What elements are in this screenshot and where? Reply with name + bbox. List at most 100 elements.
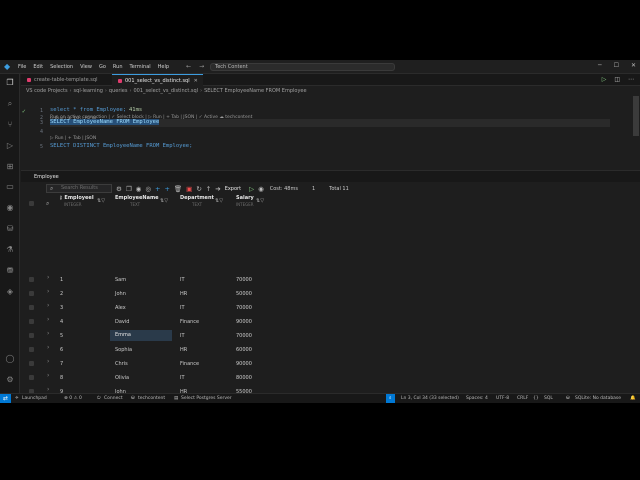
row-checkbox[interactable] [29, 291, 34, 296]
cell-salary[interactable]: 80000 [236, 375, 252, 381]
up-arrow-icon[interactable]: ↑ [206, 185, 211, 193]
row-checkbox[interactable] [29, 347, 34, 352]
menu-view[interactable]: View [80, 64, 92, 70]
table-row[interactable]: › 2 John HR 50000 [21, 287, 640, 301]
menu-edit[interactable]: Edit [33, 64, 43, 70]
code-line-5[interactable]: SELECT DISTINCT EmployeeName FROM Employ… [50, 143, 192, 149]
cell-name[interactable]: Olivia [115, 375, 129, 381]
cell-id[interactable]: 3 [60, 305, 63, 311]
cell-id[interactable]: 7 [60, 361, 63, 367]
postgres-server-select[interactable]: Select Postgres Server [181, 394, 232, 403]
cell-department[interactable]: HR [180, 347, 187, 353]
encoding-status[interactable]: UTF-8 [496, 394, 509, 403]
zoom-icon[interactable]: ⌕ [386, 394, 395, 403]
delete-icon[interactable]: 🗑 [174, 185, 182, 193]
cell-name[interactable]: Sam [115, 277, 126, 283]
cell-id[interactable]: 6 [60, 347, 63, 353]
minimize-icon[interactable]: ─ [598, 62, 602, 69]
add-row-icon[interactable]: + [164, 185, 169, 193]
cell-department[interactable]: HR [180, 291, 187, 297]
cell-salary[interactable]: 50000 [236, 291, 252, 297]
cell-id[interactable]: 8 [60, 375, 63, 381]
page-number[interactable]: 1 [312, 186, 315, 192]
more-actions-icon[interactable]: ⋯ [628, 76, 634, 83]
back-arrow-icon[interactable]: ← [186, 63, 191, 70]
menu-selection[interactable]: Selection [50, 64, 73, 70]
settings-gear-icon[interactable]: ⚙ [5, 375, 15, 385]
refresh-icon[interactable]: ↻ [196, 185, 201, 193]
menu-run[interactable]: Run [113, 64, 123, 70]
table-row[interactable]: › 5 Emma IT 70000 [21, 329, 640, 343]
expand-chevron-icon[interactable]: › [47, 288, 49, 295]
breadcrumb-item[interactable]: queries [109, 87, 128, 96]
settings-gear-icon[interactable]: ⚙ [116, 185, 122, 193]
source-control-icon[interactable]: ⑂ [5, 120, 15, 130]
cell-id[interactable]: 2 [60, 291, 63, 297]
tab-select-vs-distinct[interactable]: 001_select_vs_distinct.sql ✕ [112, 74, 203, 86]
code-editor[interactable]: ✓ 1 select * from Employee; 41ms Run on … [21, 96, 633, 164]
indentation-status[interactable]: Spaces: 4 [466, 394, 488, 403]
split-editor-icon[interactable]: ◫ [614, 76, 620, 83]
account-icon[interactable]: ◯ [5, 354, 15, 364]
table-row[interactable]: › 4 David Finance 90000 [21, 315, 640, 329]
cell-name[interactable]: Alex [115, 305, 126, 311]
trash-icon[interactable]: ▣ [186, 185, 192, 193]
menu-file[interactable]: File [18, 64, 26, 70]
sqlite-icon[interactable]: ⛃ [5, 266, 15, 276]
cell-department[interactable]: IT [180, 305, 185, 311]
problems-status[interactable]: ⊗ 0 ⚠ 0 [64, 394, 82, 403]
column-header-salary[interactable]: Salary INTEGER ⇅▽ [236, 195, 264, 212]
filter-icon[interactable]: ⇅▽ [97, 198, 105, 204]
breadcrumb-item[interactable]: SELECT EmployeeName FROM Employee [204, 87, 306, 96]
cell-name[interactable]: John [115, 291, 126, 297]
cell-id[interactable]: 4 [60, 319, 63, 325]
menu-go[interactable]: Go [99, 64, 106, 70]
command-center[interactable]: Tech Content [210, 63, 395, 71]
close-tab-icon[interactable]: ✕ [194, 78, 198, 84]
eol-status[interactable]: CRLF [517, 394, 528, 403]
eye-icon[interactable]: ◉ [258, 185, 264, 193]
docker-icon[interactable]: ◉ [5, 203, 15, 213]
row-checkbox[interactable] [29, 333, 34, 338]
notifications-bell-icon[interactable]: 🔔 [630, 394, 636, 403]
expand-chevron-icon[interactable]: › [47, 386, 49, 393]
cell-id[interactable]: 5 [60, 333, 63, 339]
filter-icon[interactable]: ⇅▽ [160, 198, 168, 204]
add-icon[interactable]: + [155, 185, 160, 193]
export-button[interactable]: Export [225, 186, 241, 192]
codelens-line-5[interactable]: ▷ Run | + Tab | JSON [50, 136, 96, 141]
cell-name-selected[interactable]: Emma [110, 330, 172, 341]
cell-department[interactable]: Finance [180, 361, 199, 367]
expand-chevron-icon[interactable]: › [47, 316, 49, 323]
breadcrumb-item[interactable]: 001_select_vs_distinct.sql [133, 87, 198, 96]
remote-explorer-icon[interactable]: ▭ [5, 182, 15, 192]
expand-chevron-icon[interactable]: › [47, 358, 49, 365]
run-icon[interactable]: ▷ [249, 185, 254, 193]
copy-icon[interactable]: ❐ [126, 185, 132, 193]
cell-salary[interactable]: 90000 [236, 319, 252, 325]
cell-name[interactable]: Sophia [115, 347, 132, 353]
cell-department[interactable]: IT [180, 375, 185, 381]
remote-icon[interactable]: ⇄ [0, 394, 11, 403]
table-row[interactable]: › 8 Olivia IT 80000 [21, 371, 640, 385]
search-icon[interactable]: ⌕ [5, 99, 15, 109]
expand-chevron-icon[interactable]: › [47, 302, 49, 309]
table-row[interactable]: › 6 Sophia HR 60000 [21, 343, 640, 357]
expand-chevron-icon[interactable]: › [47, 372, 49, 379]
run-debug-icon[interactable]: ▷ [5, 141, 15, 151]
view-icon[interactable]: ◎ [145, 185, 151, 193]
cell-name[interactable]: Chris [115, 361, 128, 367]
row-checkbox[interactable] [29, 375, 34, 380]
cell-department[interactable]: IT [180, 277, 185, 283]
account-icon[interactable]: ◉ [136, 185, 142, 193]
layers-icon[interactable]: ◈ [5, 287, 15, 297]
table-row[interactable]: › 1 Sam IT 70000 [21, 273, 640, 287]
row-checkbox[interactable] [29, 319, 34, 324]
filter-icon[interactable]: ⇅▽ [215, 198, 223, 204]
cell-salary[interactable]: 70000 [236, 277, 252, 283]
sqlite-status[interactable]: SQLite: No database [575, 394, 621, 403]
cell-salary[interactable]: 90000 [236, 361, 252, 367]
code-line-3[interactable]: SELECT EmployeeName FROM Employee [50, 119, 160, 125]
launchpad-status[interactable]: Launchpad [22, 394, 47, 403]
database-icon[interactable]: ⛁ [5, 224, 15, 234]
